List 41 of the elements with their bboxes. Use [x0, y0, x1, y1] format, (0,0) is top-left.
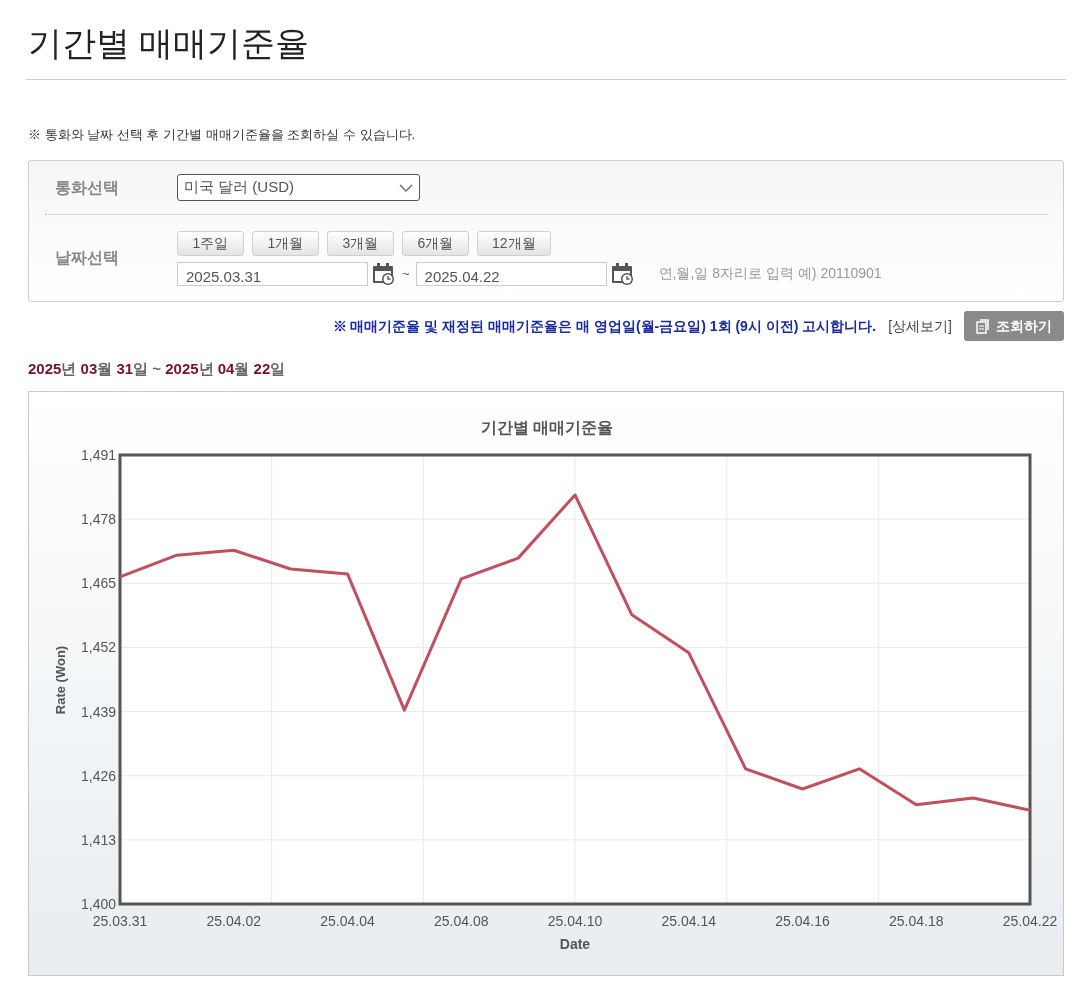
period-button[interactable]: 12개월 — [477, 230, 551, 256]
y-axis-label: 1,426 — [80, 767, 116, 784]
notice-text: ※ 통화와 날짜 선택 후 기간별 매매기준율을 조회하실 수 있습니다. — [28, 126, 416, 144]
x-axis-label: 25.04.16 — [775, 913, 830, 929]
x-axis-label: 25.04.14 — [661, 913, 716, 929]
period-button[interactable]: 6개월 — [402, 230, 469, 256]
y-axis-label: 1,413 — [80, 831, 116, 848]
field-label: 날짜선택 — [54, 248, 120, 268]
calendar-icon[interactable] — [372, 261, 396, 286]
y-axis-label: 1,465 — [80, 575, 116, 592]
details-link[interactable]: [상세보기] — [888, 315, 952, 337]
calendar-icon[interactable] — [610, 261, 635, 286]
y-axis-title: Rate (Won) — [53, 645, 68, 715]
y-axis-label: 1,491 — [80, 447, 116, 463]
y-axis-label: 1,400 — [80, 896, 116, 912]
period-button[interactable]: 1개월 — [252, 230, 319, 256]
currency-dropdown[interactable]: 미국 달러 (USD) — [177, 174, 420, 201]
y-axis-label: 1,452 — [80, 639, 116, 656]
x-axis-label: 25.04.08 — [434, 913, 489, 929]
announcement-text: ※ 매매기준율 및 재정된 매매기준율은 매 영업일(월-금요일) 1회 (9시 이전) 고시합니다. — [332, 316, 877, 336]
date-format-hint: 연,월,일 8자리로 입력 예) 20110901 — [657, 264, 882, 283]
x-axis-label: 25.03.31 — [92, 913, 148, 929]
start-date-field[interactable]: 2025.03.31 — [177, 261, 368, 286]
y-axis-label: 1,478 — [80, 511, 116, 528]
period-button[interactable]: 1주일 — [177, 230, 244, 256]
period-button[interactable]: 3개월 — [327, 230, 394, 256]
page-title: 기간별 매매기준율 — [26, 0, 1066, 80]
document-icon — [976, 318, 990, 334]
chart-title: 기간별 매매기준율 — [480, 419, 614, 436]
y-axis-label: 1,439 — [80, 703, 116, 720]
field-label: 통화선택 — [54, 177, 120, 198]
date-range-text: 2025년 03월 31일 ~ 2025년 04월 22일 — [28, 359, 286, 379]
x-axis-label: 25.04.04 — [320, 913, 375, 929]
end-date-field[interactable]: 2025.04.22 — [415, 261, 607, 286]
x-axis-label: 25.04.18 — [889, 913, 944, 929]
x-axis-label: 25.04.10 — [547, 913, 603, 929]
x-axis-title: Date — [559, 936, 591, 952]
x-axis-label: 25.04.02 — [206, 913, 261, 929]
x-axis-label: 25.04.22 — [1002, 913, 1058, 929]
range-separator: ~ — [401, 264, 411, 283]
chevron-down-icon — [399, 183, 413, 192]
